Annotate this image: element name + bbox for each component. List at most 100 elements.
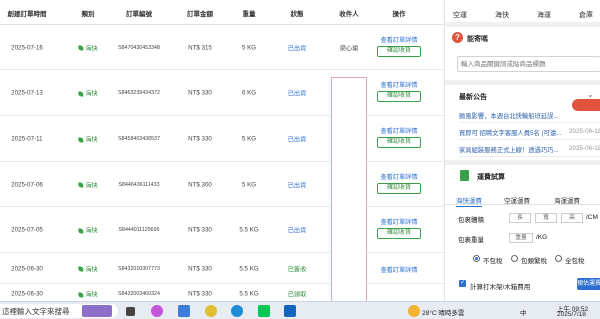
tab-sea-express[interactable]: 海快: [495, 10, 509, 20]
radio-full-tax-label: 全包稅: [565, 258, 585, 265]
cell-status: 已領取: [287, 291, 307, 299]
page: 創建訂單時間 類別 訂單編號 訂單金額 重量 狀態 收件人 操作 2025-07…: [0, 0, 600, 319]
taskbar: 這裡輸入文字來搜尋 28°C 晴時多雲 中 上午 09:52 2025/7/18: [0, 301, 600, 319]
taskbar-search-text: 這裡輸入文字來搜尋: [2, 307, 70, 316]
cell-amount: NT$ 330: [188, 135, 212, 143]
cell-weight: 5.5 KG: [239, 226, 259, 234]
shipping-method-tabs: 空運 海快 海運 倉庫: [445, 0, 600, 22]
radio-no-tax-label: 不包稅: [483, 258, 503, 265]
view-order-detail-link[interactable]: 查看訂單詳情: [380, 217, 417, 226]
cell-type: 海快: [78, 135, 98, 144]
tab-warehouse[interactable]: 倉庫: [579, 10, 593, 20]
copilot-icon[interactable]: [151, 305, 163, 317]
cell-created-time: 2025-06-30: [11, 265, 43, 272]
confirm-receipt-button[interactable]: 確認收貨: [377, 137, 421, 148]
cell-status: 已簽收: [287, 266, 307, 273]
height-input[interactable]: 高: [561, 213, 583, 223]
tab-air[interactable]: 空運: [453, 10, 467, 20]
cell-amount: NT$ 330: [188, 89, 212, 97]
file-explorer-icon[interactable]: [178, 305, 190, 317]
weather-text[interactable]: 28°C 晴時多雲: [422, 307, 464, 317]
feedback-tab[interactable]: [572, 99, 600, 111]
radio-partial-tax-label: 包類繁稅: [521, 258, 547, 265]
view-order-detail-link[interactable]: 查看訂單詳情: [380, 80, 417, 89]
clock-date[interactable]: 2025/7/18: [557, 311, 586, 318]
divider: [445, 80, 600, 85]
cell-order-no: S8432010307773: [118, 265, 160, 272]
confirm-receipt-button[interactable]: 確認收貨: [377, 91, 421, 102]
cell-amount: NT$ 330: [188, 226, 212, 234]
news-item-date: 2025-06-18: [569, 128, 600, 135]
task-view-icon[interactable]: [126, 307, 135, 316]
view-order-detail-link[interactable]: 查看訂單詳情: [380, 126, 417, 135]
radio-no-tax[interactable]: [473, 255, 480, 262]
edge-icon[interactable]: [231, 305, 243, 317]
calc-tab-sea-express[interactable]: 海快運費: [456, 195, 482, 207]
radio-full-tax[interactable]: [555, 255, 562, 262]
package-weight-label: 包裹重量: [458, 237, 484, 244]
header-weight: 重量: [242, 11, 256, 18]
cell-order-no: S8463239434372: [118, 90, 160, 96]
cell-type: 海快: [78, 43, 98, 52]
cell-status: 已出貨: [287, 136, 307, 144]
header-status: 狀態: [290, 11, 304, 18]
radio-partial-tax[interactable]: [511, 255, 518, 262]
cell-amount: NT$ 315: [188, 44, 212, 51]
news-item[interactable]: 家具組裝服務正式上線！透過巧巧... 2025-06-18: [459, 141, 600, 157]
product-search-input[interactable]: [461, 59, 599, 70]
leaf-icon: [78, 228, 84, 233]
shipping-calculator-header: 運費試算: [445, 168, 600, 184]
table-row: 2025-06-30 海快 S8432010307773 NT$ 330 5.5 KG 已…: [0, 253, 444, 284]
weather-icon: [408, 305, 420, 317]
confirm-receipt-button[interactable]: 確認收貨: [377, 45, 421, 57]
chrome-icon[interactable]: [205, 305, 217, 317]
confirm-receipt-button[interactable]: 確認收貨: [377, 182, 421, 194]
view-order-detail-link[interactable]: 查看訂單詳情: [380, 172, 417, 181]
package-size-label: 包裹體積: [458, 217, 484, 224]
width-input[interactable]: 寬: [535, 213, 557, 223]
cell-status: 已出貨: [287, 90, 307, 98]
table-row: 2025-07-06 海快 S8446436111433 NT$ 300 5 KG 已出貨…: [0, 162, 444, 207]
confirm-receipt-button[interactable]: 確認收貨: [377, 228, 421, 239]
news-item[interactable]: 買即可 招聘文字客服人員5名 (可遠... 2025-06-18: [459, 124, 600, 140]
news-item-date: 2025-06-18: [569, 145, 600, 152]
leaf-icon: [78, 292, 84, 297]
view-order-detail-link[interactable]: 查看訂單詳情: [380, 35, 417, 44]
can-ship-row[interactable]: ? 能寄嗎: [445, 27, 600, 49]
cell-weight: 5.5 KG: [239, 265, 259, 272]
product-search-box[interactable]: [457, 56, 600, 72]
tab-sea[interactable]: 海運: [537, 10, 551, 20]
header-amount: 訂單金額: [187, 11, 213, 18]
length-input[interactable]: 長: [509, 213, 531, 223]
search-highlight-icon: [82, 305, 112, 317]
news-item-title: 颱風影響，本週台北快輸船班延誤...: [459, 113, 559, 120]
line-icon[interactable]: [258, 305, 270, 317]
leaf-icon: [78, 91, 84, 96]
estimate-shipping-button[interactable]: 預估運費: [577, 278, 600, 290]
wooden-crate-checkbox[interactable]: ✓: [459, 280, 466, 287]
cell-order-no: S8458403438537: [118, 136, 160, 142]
cell-status: 已出貨: [287, 182, 307, 189]
orders-table: 創建訂單時間 類別 訂單編號 訂單金額 重量 狀態 收件人 操作 2025-07…: [0, 0, 444, 301]
header-order-no: 訂單編號: [126, 11, 152, 18]
leaf-icon: [78, 182, 84, 188]
table-row: 2025-07-11 海快 S8458403438537 NT$ 330 5 KG 已出貨…: [0, 116, 444, 162]
view-order-detail-link[interactable]: 查看訂單詳情: [380, 265, 417, 274]
leaf-icon: [78, 137, 84, 142]
weight-input[interactable]: 重量: [509, 233, 533, 243]
cell-created-time: 2025-07-13: [11, 89, 43, 97]
chevron-down-icon[interactable]: ⌄: [587, 90, 594, 99]
cell-status: 已出貨: [287, 227, 307, 235]
ime-indicator[interactable]: 中: [520, 307, 527, 317]
can-ship-label: 能寄嗎: [467, 36, 488, 43]
cell-type: 海快: [78, 264, 98, 273]
weight-unit: /KG: [536, 234, 548, 241]
outlook-icon[interactable]: [284, 305, 296, 317]
calc-tab-sea[interactable]: 海運運費: [554, 195, 580, 205]
cell-weight: 6 KG: [241, 89, 257, 97]
cell-created-time: 2025-07-05: [11, 226, 43, 234]
calc-tab-air[interactable]: 空運運費: [504, 195, 530, 205]
size-unit: /CM: [586, 214, 598, 221]
cell-created-time: 2025-07-11: [11, 135, 43, 143]
cell-created-time: 2025-07-16: [11, 44, 43, 51]
